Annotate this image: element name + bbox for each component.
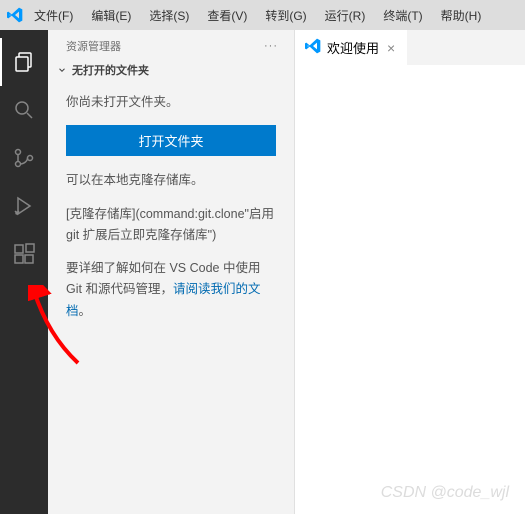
menu-edit[interactable]: 编辑(E) <box>83 3 139 28</box>
explorer-sidebar: 资源管理器 ··· 无打开的文件夹 你尚未打开文件夹。 打开文件夹 可以在本地克… <box>48 30 295 514</box>
editor-area: 欢迎使用 × <box>295 30 525 514</box>
section-label: 无打开的文件夹 <box>72 62 149 78</box>
vscode-logo-icon <box>305 38 321 57</box>
msg-clone-cmd: [克隆存储库](command:git.clone"启用 git 扩展后立即克隆… <box>66 204 276 247</box>
sidebar-more-icon[interactable]: ··· <box>260 38 282 54</box>
menu-view[interactable]: 查看(V) <box>199 3 255 28</box>
main-layout: 资源管理器 ··· 无打开的文件夹 你尚未打开文件夹。 打开文件夹 可以在本地克… <box>0 30 525 514</box>
activity-bar <box>0 30 48 514</box>
menu-go[interactable]: 转到(G) <box>257 3 314 28</box>
section-no-folder[interactable]: 无打开的文件夹 <box>48 58 294 82</box>
sidebar-header: 资源管理器 ··· <box>48 30 294 58</box>
activity-search[interactable] <box>0 86 48 134</box>
close-icon[interactable]: × <box>385 40 397 56</box>
menu-terminal[interactable]: 终端(T) <box>375 3 430 28</box>
menu-run[interactable]: 运行(R) <box>317 3 374 28</box>
tabbar: 欢迎使用 × <box>295 30 525 65</box>
sidebar-body: 你尚未打开文件夹。 打开文件夹 可以在本地克隆存储库。 [克隆存储库](comm… <box>48 82 294 344</box>
chevron-down-icon <box>56 64 68 76</box>
activity-extensions[interactable] <box>0 230 48 278</box>
activity-run-debug[interactable] <box>0 182 48 230</box>
activity-source-control[interactable] <box>0 134 48 182</box>
vscode-logo-icon <box>6 6 24 24</box>
tab-label: 欢迎使用 <box>327 38 379 57</box>
menubar: 文件(F) 编辑(E) 选择(S) 查看(V) 转到(G) 运行(R) 终端(T… <box>0 0 525 30</box>
activity-explorer[interactable] <box>0 38 48 86</box>
msg-clone-local: 可以在本地克隆存储库。 <box>66 170 276 191</box>
sidebar-title: 资源管理器 <box>66 38 121 54</box>
msg-git-docs: 要详细了解如何在 VS Code 中使用 Git 和源代码管理，请阅读我们的文档… <box>66 258 276 322</box>
menu-selection[interactable]: 选择(S) <box>141 3 197 28</box>
msg-no-folder: 你尚未打开文件夹。 <box>66 92 276 113</box>
tab-welcome[interactable]: 欢迎使用 × <box>295 30 407 65</box>
menu-file[interactable]: 文件(F) <box>26 3 81 28</box>
menu-help[interactable]: 帮助(H) <box>433 3 490 28</box>
watermark: CSDN @code_wjl <box>381 484 509 502</box>
open-folder-button[interactable]: 打开文件夹 <box>66 125 276 156</box>
